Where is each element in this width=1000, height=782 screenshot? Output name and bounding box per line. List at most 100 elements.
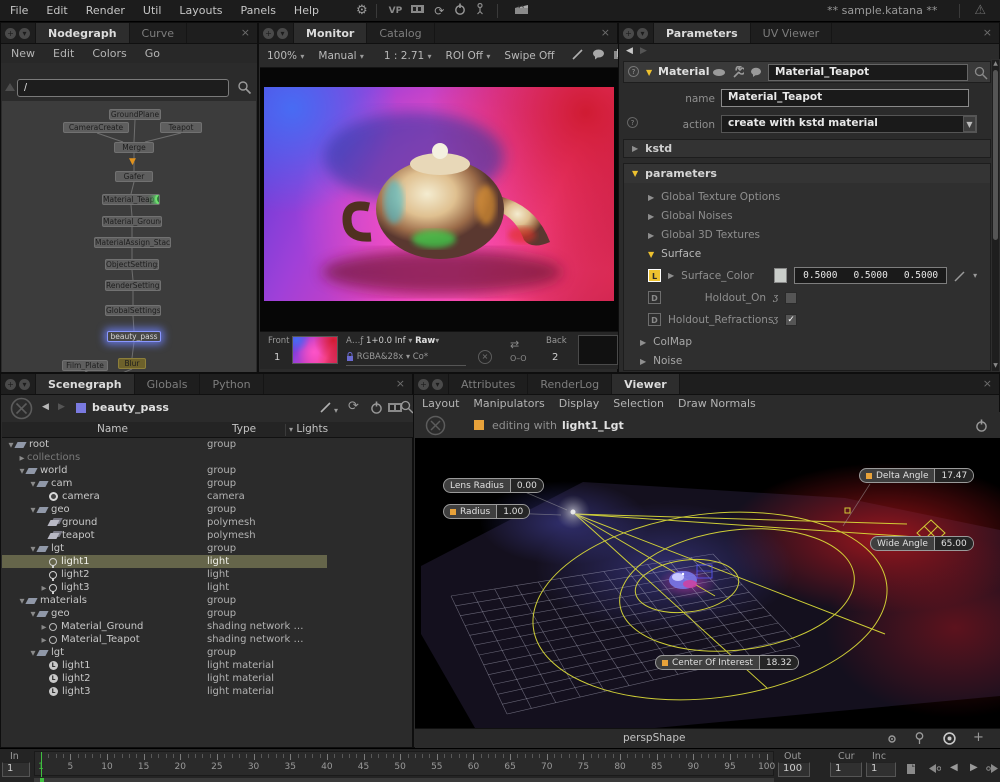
power-icon[interactable] — [975, 419, 988, 432]
filmstrip-icon[interactable] — [411, 4, 424, 17]
clapperboard-icon[interactable] — [514, 4, 529, 18]
gear-icon[interactable]: ⚙ — [356, 3, 368, 18]
panel-add-icon[interactable]: + — [5, 379, 16, 390]
manipulator-pill-radius[interactable]: Radius1.00 — [443, 504, 530, 519]
inc-field[interactable]: 1 — [866, 762, 896, 777]
cur-field[interactable]: 1 — [830, 762, 862, 777]
pill-value[interactable]: 65.00 — [934, 537, 973, 550]
power-icon[interactable] — [370, 401, 383, 414]
expander-icon[interactable]: ▶ — [39, 623, 49, 631]
default-badge[interactable]: D — [648, 313, 661, 326]
comment-icon[interactable] — [588, 49, 609, 63]
pixel-probe-icon[interactable] — [568, 48, 588, 63]
frame-ruler[interactable]: 1510152025303540455055606570758085909510… — [34, 751, 774, 776]
tab-viewer[interactable]: Viewer — [612, 374, 680, 394]
add-icon[interactable]: + — [973, 730, 984, 745]
light-icon[interactable] — [915, 732, 924, 748]
menu-go[interactable]: Go — [145, 47, 160, 60]
node-GroundPlane[interactable]: GroundPlane — [109, 109, 161, 120]
expand-icon[interactable]: ▼ — [646, 68, 652, 77]
history-back-icon[interactable]: ◀ — [626, 46, 633, 56]
menu-util[interactable]: Util — [134, 4, 170, 17]
tree-row-lgt[interactable]: ▼lgtgroup — [2, 646, 327, 659]
close-icon[interactable]: × — [389, 374, 412, 394]
help-icon[interactable]: ? — [628, 66, 639, 77]
vp-toggle[interactable]: VP — [389, 6, 403, 16]
group-global-noises[interactable]: ▶Global Noises — [648, 210, 733, 222]
tree-row-materials[interactable]: ▼materialsgroup — [2, 594, 327, 607]
tab-renderlog[interactable]: RenderLog — [528, 374, 612, 394]
in-field[interactable]: 1 — [2, 762, 30, 777]
menu-display[interactable]: Display — [559, 397, 600, 410]
menu-new[interactable]: New — [11, 47, 35, 60]
tab-attributes[interactable]: Attributes — [449, 374, 528, 394]
menu-draw-normals[interactable]: Draw Normals — [678, 397, 756, 410]
node-Gafer[interactable]: Gafer — [115, 171, 153, 182]
tree-row-light3[interactable]: Llight3light material — [2, 685, 327, 698]
pen-icon[interactable]: ▾ — [320, 401, 338, 416]
tree-row-collections[interactable]: ▶collections — [2, 451, 327, 464]
dropdown-arrow-icon[interactable]: ▼ — [963, 116, 976, 132]
state-pin-icon[interactable]: ʒ — [773, 293, 778, 303]
tree-row-light1[interactable]: light1light — [2, 555, 327, 568]
viewer-3d-viewport[interactable]: Lens Radius0.00Radius1.00Delta Angle17.4… — [415, 438, 1000, 728]
camera-name-label[interactable]: perspShape — [623, 732, 685, 744]
tab-catalog[interactable]: Catalog — [367, 23, 434, 43]
node-Teapot[interactable]: Teapot — [160, 122, 202, 133]
comment-icon[interactable] — [750, 67, 762, 78]
parameters-section-header[interactable]: ▼parameters — [624, 164, 990, 183]
shader-icon[interactable] — [712, 68, 726, 77]
menu-file[interactable]: File — [8, 4, 37, 17]
help-icon[interactable]: ? — [627, 117, 638, 128]
menu-edit-ng[interactable]: Edit — [53, 47, 74, 60]
swap-views-icon[interactable]: ⇄ — [510, 338, 519, 351]
tree-row-ground[interactable]: groundpolymesh — [2, 516, 327, 529]
expander-icon[interactable]: ▶ — [17, 454, 27, 462]
step-forward-icon[interactable]: ▶ — [970, 762, 978, 773]
eyedropper-icon[interactable] — [954, 270, 966, 282]
state-pin-icon[interactable]: ʒ — [773, 315, 778, 325]
node-Material_Ground[interactable]: Material_Ground — [102, 216, 162, 227]
front-thumbnail[interactable] — [292, 336, 338, 364]
dropdown-icon[interactable]: ▾ — [973, 271, 977, 280]
swipe-toggle[interactable]: Swipe Off — [497, 50, 561, 62]
group-surface[interactable]: ▼Surface — [648, 248, 701, 260]
panel-add-icon[interactable]: + — [5, 28, 16, 39]
roi-select[interactable]: ROI Off ▾ — [439, 50, 498, 62]
search-icon[interactable] — [974, 66, 988, 80]
forward-icon[interactable]: ▶ — [58, 402, 65, 412]
tab-curve[interactable]: Curve — [130, 23, 187, 43]
menu-render[interactable]: Render — [77, 4, 134, 17]
panel-add-icon[interactable]: + — [263, 28, 274, 39]
panel-add-icon[interactable]: + — [418, 379, 429, 390]
local-badge[interactable]: L — [648, 269, 661, 282]
pill-value[interactable]: 17.47 — [934, 469, 973, 482]
copy-frame-icon[interactable] — [906, 763, 917, 778]
node-MaterialAssign_Stack[interactable]: MaterialAssign_Stack — [94, 237, 171, 248]
close-icon[interactable]: × — [594, 23, 617, 43]
column-type[interactable]: Type — [232, 423, 256, 435]
playhead[interactable] — [41, 752, 42, 777]
panel-menu-icon[interactable]: ▾ — [637, 28, 648, 39]
pill-value[interactable]: 1.00 — [496, 505, 529, 518]
node-Blur[interactable]: Blur — [118, 358, 146, 369]
menu-selection[interactable]: Selection — [613, 397, 664, 410]
history-forward-icon[interactable]: ▶ — [640, 46, 647, 56]
link-views-icon[interactable]: O–O — [510, 354, 527, 363]
holdout-on-checkbox[interactable] — [785, 292, 797, 304]
node-Merge[interactable]: Merge — [114, 142, 154, 153]
tree-row-light1[interactable]: Llight1light material — [2, 659, 327, 672]
next-key-icon[interactable] — [986, 763, 999, 777]
out-field[interactable]: 100 — [778, 762, 810, 777]
node-name-field[interactable]: Material_Teapot — [768, 64, 968, 81]
group-global-3d-textures[interactable]: ▶Global 3D Textures — [648, 229, 760, 241]
back-icon[interactable]: ◀ — [42, 402, 49, 412]
menu-panels[interactable]: Panels — [232, 4, 285, 17]
search-icon[interactable] — [237, 80, 252, 98]
column-lights[interactable]: ▾ Lights — [289, 423, 328, 435]
panel-menu-icon[interactable]: ▾ — [432, 379, 443, 390]
search-icon[interactable] — [400, 400, 414, 414]
back-thumbnail[interactable] — [578, 335, 618, 365]
tree-row-teapot[interactable]: teapotpolymesh — [2, 529, 327, 542]
tree-row-Material_Teapot[interactable]: ▶Material_Teapotshading network … — [2, 633, 327, 646]
